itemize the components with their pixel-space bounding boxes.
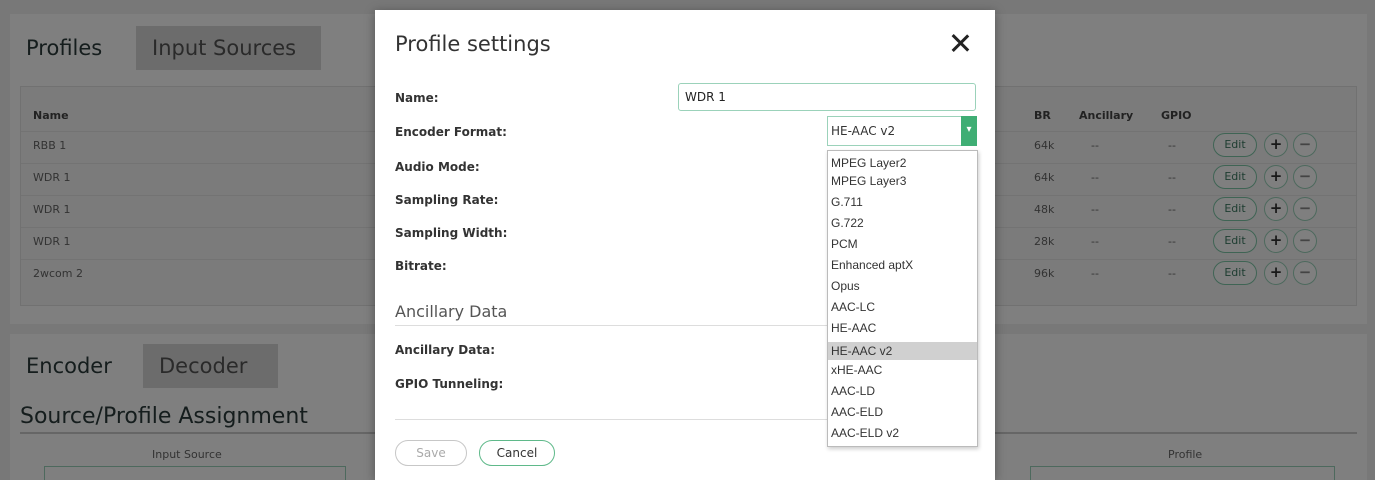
dropdown-option[interactable]: MPEG Layer3 xyxy=(828,172,977,190)
dropdown-option[interactable]: MPEG Layer2 xyxy=(828,154,977,172)
close-icon[interactable] xyxy=(949,32,971,54)
dropdown-option-selected[interactable]: HE-AAC v2 xyxy=(828,342,977,360)
sampling-rate-label: Sampling Rate: xyxy=(395,193,499,207)
dropdown-option[interactable]: xHE-AAC xyxy=(828,361,977,379)
dropdown-option[interactable]: AAC-ELD xyxy=(828,403,977,421)
dropdown-option[interactable]: AAC-LC xyxy=(828,298,977,316)
dropdown-option[interactable]: Opus xyxy=(828,277,977,295)
ancillary-section-title: Ancillary Data xyxy=(395,302,508,321)
dropdown-option[interactable]: G.722 xyxy=(828,214,977,232)
dropdown-option[interactable]: HE-AAC xyxy=(828,319,977,337)
chevron-down-icon[interactable]: ▾ xyxy=(961,116,977,146)
dropdown-option[interactable]: Enhanced aptX xyxy=(828,256,977,274)
sampling-width-label: Sampling Width: xyxy=(395,226,508,240)
dropdown-option[interactable]: G.711 xyxy=(828,193,977,211)
save-button[interactable]: Save xyxy=(395,440,467,466)
cancel-button[interactable]: Cancel xyxy=(479,440,555,466)
section-divider xyxy=(395,325,847,326)
ancillary-data-label: Ancillary Data: xyxy=(395,343,495,357)
bitrate-label: Bitrate: xyxy=(395,259,447,273)
dropdown-option[interactable]: PCM xyxy=(828,235,977,253)
dropdown-option[interactable]: AAC-ELD v2 xyxy=(828,424,977,442)
name-field[interactable]: WDR 1 xyxy=(678,83,976,111)
name-label: Name: xyxy=(395,91,439,105)
encoder-format-label: Encoder Format: xyxy=(395,125,507,139)
gpio-tunneling-label: GPIO Tunneling: xyxy=(395,377,504,391)
audio-mode-label: Audio Mode: xyxy=(395,160,480,174)
encoder-format-dropdown: MPEG Layer2 MPEG Layer3 G.711 G.722 PCM … xyxy=(827,150,978,447)
encoder-format-select[interactable]: HE-AAC v2 xyxy=(827,116,977,146)
dropdown-option[interactable]: AAC-LD xyxy=(828,382,977,400)
dialog-title: Profile settings xyxy=(395,32,551,56)
footer-divider xyxy=(395,419,847,420)
